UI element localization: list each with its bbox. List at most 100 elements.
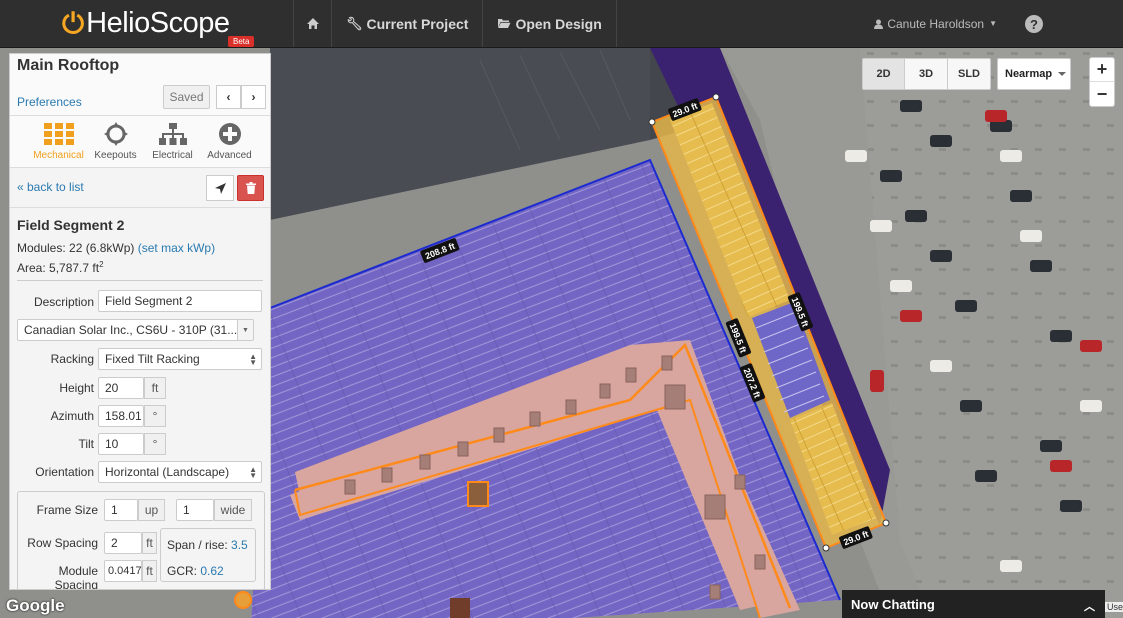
user-menu[interactable]: Canute Haroldson ▼ xyxy=(874,0,1019,47)
tab-advanced[interactable]: Advanced xyxy=(201,116,258,167)
design-title: Main Rooftop xyxy=(17,57,120,74)
divider xyxy=(17,280,263,281)
map-layer-select[interactable]: Nearmap xyxy=(997,58,1071,90)
module-spacing-field[interactable]: 0.0417 xyxy=(104,560,142,582)
azimuth-label: Azimuth xyxy=(50,409,94,423)
set-max-kwp-link[interactable]: (set max kWp) xyxy=(138,241,215,255)
tab-mechanical[interactable]: Mechanical xyxy=(30,116,87,167)
azimuth-field[interactable]: 158.01 xyxy=(98,405,144,427)
panel-tabs: Mechanical Keepouts Electrical Advanced xyxy=(10,116,270,168)
description-field[interactable]: Field Segment 2 xyxy=(98,290,262,312)
tab-advanced-label: Advanced xyxy=(207,150,252,161)
top-navbar: ⏻ HelioScope Beta 🔧︎ Current Project Ope… xyxy=(0,0,1123,48)
span-rise-line: Span / rise: 3.5 xyxy=(167,538,248,552)
span-rise-label: Span / rise: xyxy=(167,538,228,552)
view-2d-button[interactable]: 2D xyxy=(862,58,905,90)
preferences-link[interactable]: Preferences xyxy=(17,95,82,109)
sitemap-icon xyxy=(158,121,187,147)
help-button[interactable]: ? xyxy=(1025,15,1043,33)
caret-down-icon: ▼ xyxy=(237,320,253,340)
home-icon xyxy=(306,18,319,29)
home-button[interactable] xyxy=(293,0,331,47)
chevron-right-icon: › xyxy=(251,90,256,104)
frame-wide-field[interactable]: 1 xyxy=(176,499,214,521)
tab-electrical[interactable]: Electrical xyxy=(144,116,201,167)
area-info: Area: 5,787.7 ft2 xyxy=(17,260,104,275)
tab-electrical-label: Electrical xyxy=(152,150,193,161)
orientation-select[interactable]: Horizontal (Landscape) ▲ ▼ xyxy=(98,461,262,483)
map-layer-value: Nearmap xyxy=(1005,68,1053,80)
zoom-in-button[interactable]: + xyxy=(1090,58,1114,82)
caret-down-icon xyxy=(1058,72,1066,76)
gcr-line: GCR: 0.62 xyxy=(167,564,224,578)
module-spacing-unit: ft xyxy=(142,560,157,582)
brand-name: HelioScope xyxy=(86,7,230,39)
span-rise-value: 3.5 xyxy=(231,538,248,552)
module-spacing-label: Module Spacing xyxy=(54,564,98,590)
google-logo: Google xyxy=(6,596,65,615)
chat-widget[interactable]: Now Chatting ︿ xyxy=(842,590,1105,618)
frame-wide-unit: wide xyxy=(214,499,252,521)
updown-icon: ▲ ▼ xyxy=(249,465,257,480)
undo-button[interactable]: ‹ xyxy=(216,85,241,109)
tab-keepouts[interactable]: Keepouts xyxy=(87,116,144,167)
chat-label: Now Chatting xyxy=(851,596,935,612)
frame-up-field[interactable]: 1 xyxy=(104,499,138,521)
area-sup: 2 xyxy=(99,260,104,269)
view-3d-button[interactable]: 3D xyxy=(905,58,948,90)
tilt-unit: ° xyxy=(144,433,166,455)
modules-info: Modules: 22 (6.8kWp) (set max kWp) xyxy=(17,241,215,255)
beta-badge: Beta xyxy=(228,36,255,47)
row-spacing-unit: ft xyxy=(142,532,157,554)
locate-button[interactable] xyxy=(206,175,234,201)
module-select[interactable]: Canadian Solar Inc., CS6U - 310P (31... … xyxy=(17,319,254,341)
caret-down-icon: ▼ xyxy=(989,19,997,28)
saved-button[interactable]: Saved xyxy=(163,85,210,109)
open-design-link[interactable]: Open Design xyxy=(482,0,617,47)
zoom-out-button[interactable]: − xyxy=(1090,82,1114,106)
open-design-label: Open Design xyxy=(515,15,602,32)
panel-header: Main Rooftop Preferences Saved ‹ › xyxy=(10,54,270,116)
segment-title: Field Segment 2 xyxy=(17,217,125,233)
description-label: Description xyxy=(33,295,94,309)
frame-up-unit: up xyxy=(138,499,165,521)
racking-value: Fixed Tilt Racking xyxy=(105,352,200,366)
tab-keepouts-label: Keepouts xyxy=(94,150,137,161)
power-icon: ⏻ xyxy=(62,7,85,39)
design-side-panel: Main Rooftop Preferences Saved ‹ › Mecha… xyxy=(9,53,271,590)
height-unit: ft xyxy=(144,377,166,399)
row-spacing-label: Row Spacing xyxy=(27,536,98,550)
user-name: Canute Haroldson xyxy=(887,16,985,31)
tilt-field[interactable]: 10 xyxy=(98,433,144,455)
terms-link[interactable]: Use xyxy=(1105,602,1123,612)
frame-size-label: Frame Size xyxy=(36,503,98,517)
zoom-control: + − xyxy=(1089,57,1115,107)
location-arrow-icon xyxy=(214,182,226,194)
updown-icon: ▲ ▼ xyxy=(249,352,257,367)
back-to-list-link[interactable]: « back to list xyxy=(17,180,84,194)
chevron-up-icon: ︿ xyxy=(1084,601,1095,613)
segment-toolbar: « back to list xyxy=(10,168,270,208)
orientation-label: Orientation xyxy=(35,465,94,479)
current-project-link[interactable]: 🔧︎ Current Project xyxy=(331,0,482,47)
gcr-label: GCR: xyxy=(167,564,197,578)
height-label: Height xyxy=(59,381,94,395)
brand-logo[interactable]: ⏻ HelioScope Beta xyxy=(0,0,293,47)
span-gcr-box: Span / rise: 3.5 GCR: 0.62 xyxy=(160,528,256,582)
chevron-left-icon: ‹ xyxy=(226,90,231,104)
current-project-label: Current Project xyxy=(366,15,469,32)
folder-open-icon xyxy=(498,19,511,28)
plus-circle-icon xyxy=(218,121,242,147)
row-spacing-field[interactable]: 2 xyxy=(104,532,142,554)
gcr-value: 0.62 xyxy=(200,564,224,578)
height-field[interactable]: 20 xyxy=(98,377,144,399)
redo-button[interactable]: › xyxy=(241,85,266,109)
orientation-value: Horizontal (Landscape) xyxy=(105,465,230,479)
azimuth-unit: ° xyxy=(144,405,166,427)
view-sld-button[interactable]: SLD xyxy=(948,58,991,90)
trash-icon xyxy=(245,182,256,194)
delete-button[interactable] xyxy=(237,175,264,201)
wrench-icon: 🔧︎ xyxy=(346,15,363,31)
user-icon xyxy=(874,19,884,29)
racking-select[interactable]: Fixed Tilt Racking ▲ ▼ xyxy=(98,348,262,370)
